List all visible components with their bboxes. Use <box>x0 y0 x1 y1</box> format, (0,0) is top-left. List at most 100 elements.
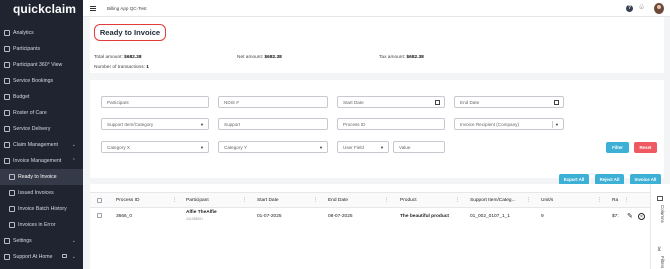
sidebar-item-label: Participants <box>13 46 41 52</box>
select-all-checkbox[interactable] <box>97 198 102 203</box>
dropdown-arrow-icon: ▼ <box>200 145 204 150</box>
page-title: Ready to Invoice <box>94 24 166 41</box>
column-header-end-date[interactable]: End Date <box>328 198 348 203</box>
filter-card: Participant NDIS # Start Date End Date S… <box>90 80 664 178</box>
column-header-participant[interactable]: Participant <box>186 198 209 203</box>
sidebar-item-settings[interactable]: Settings ⌄ <box>0 233 83 249</box>
sidebar-item-issued-invoices[interactable]: Issued Invoices <box>0 185 83 201</box>
main-content: Ready to Invoice Total amount: $682.38 N… <box>83 17 670 269</box>
bell-icon[interactable]: ♧ <box>638 4 645 12</box>
columns-tab[interactable]: Columns <box>660 205 665 223</box>
table-row[interactable]: 3666_0 Alfie TheAlfie 431288891 01-07-20… <box>90 209 650 225</box>
category-x-value: Category X <box>107 145 130 150</box>
column-menu-icon[interactable]: ⋮ <box>242 197 247 203</box>
column-header-process-id[interactable]: Process ID <box>116 198 139 203</box>
value-input[interactable]: Value <box>393 141 445 153</box>
chart-icon <box>4 30 10 36</box>
column-header-support-item[interactable]: Support Item/Categ... <box>470 198 516 203</box>
column-menu-icon[interactable]: ⋮ <box>455 197 460 203</box>
category-y-select[interactable]: Category Y ▼ <box>218 141 328 153</box>
category-x-select[interactable]: Category X ▼ <box>101 141 209 153</box>
sidebar-item-analytics[interactable]: Analytics <box>0 25 83 41</box>
sidebar-item-roster-of-care[interactable]: Roster of Care <box>0 105 83 121</box>
menu-icon[interactable] <box>90 6 96 11</box>
sidebar-item-label: Claim Management <box>13 142 58 148</box>
support-input[interactable]: Support <box>218 118 328 130</box>
invoice-recipient-select[interactable]: Invoice Recipient (Company) ▼ <box>454 118 564 130</box>
start-date-input[interactable]: Start Date <box>337 96 445 108</box>
column-menu-icon[interactable]: ⋮ <box>624 197 629 203</box>
total-amount-label: Total amount: <box>94 55 123 60</box>
sidebar-item-claim-management[interactable]: Claim Management ⌄ <box>0 137 83 153</box>
user-field-select[interactable]: User Field ▼ <box>337 141 389 153</box>
sidebar-item-service-delivery[interactable]: Service Delivery <box>0 121 83 137</box>
sidebar-item-invoice-batch-history[interactable]: Invoice Batch History <box>0 201 83 217</box>
participant-input[interactable]: Participant <box>101 96 209 108</box>
cell-end-date: 08-07-2025 <box>328 214 353 219</box>
sidebar-item-participant-360[interactable]: Participant 360° View <box>0 57 83 73</box>
tax-amount-label: Tax amount: <box>379 55 406 60</box>
divider <box>552 121 553 128</box>
dropdown-arrow-icon: ▼ <box>200 122 204 127</box>
sidebar-nav: Analytics Participants Participant 360° … <box>0 25 83 265</box>
clipboard-icon <box>4 142 10 148</box>
columns-icon[interactable] <box>657 196 663 201</box>
avatar[interactable] <box>654 3 664 14</box>
sidebar-item-support-at-home[interactable]: Support At Home ⌄ <box>0 249 83 265</box>
column-menu-icon[interactable]: ⋮ <box>384 197 389 203</box>
sidebar-item-label: Budget <box>13 94 30 100</box>
edit-icon[interactable]: ✎ <box>627 212 633 220</box>
total-amount: Total amount: $682.38 <box>94 55 142 60</box>
cell-participant[interactable]: Alfie TheAlfie <box>186 210 217 215</box>
table-header: Process ID ⋮ Participant ⋮ Start Date ⋮ … <box>90 192 650 208</box>
wallet-icon <box>4 94 10 100</box>
net-amount-label: Net amount: <box>237 55 264 60</box>
sidebar-item-invoices-in-error[interactable]: Invoices in Error <box>0 217 83 233</box>
column-header-rate[interactable]: Ra <box>612 198 618 203</box>
app-logo[interactable]: quickclaim <box>13 2 76 16</box>
document-icon <box>9 174 15 180</box>
cancel-icon[interactable]: × <box>638 213 645 220</box>
sidebar-item-label: Support At Home <box>13 254 53 260</box>
reset-button[interactable]: Reset <box>634 142 657 153</box>
sidebar-item-participants[interactable]: Participants <box>0 41 83 57</box>
column-header-product[interactable]: Product <box>400 198 417 203</box>
filter-icon[interactable]: ⊻ <box>657 246 661 253</box>
row-checkbox[interactable] <box>97 213 102 218</box>
ndis-input[interactable]: NDIS # <box>218 96 328 108</box>
sidebar-item-ready-to-invoice[interactable]: Ready to Invoice <box>0 169 83 185</box>
calendar-icon[interactable] <box>554 100 559 105</box>
column-menu-icon[interactable]: ⋮ <box>526 197 531 203</box>
user-field-value: User Field <box>343 145 364 150</box>
sidebar-item-service-bookings[interactable]: Service Bookings <box>0 73 83 89</box>
transaction-count-value: 1 <box>146 65 149 70</box>
column-header-start-date[interactable]: Start Date <box>257 198 279 203</box>
transaction-count-label: Number of transactions: <box>94 65 145 70</box>
dropdown-arrow-icon: ▼ <box>319 145 323 150</box>
end-date-input[interactable]: End Date <box>454 96 564 108</box>
roster-icon <box>4 110 10 116</box>
cell-participant-ndis: 431288891 <box>186 217 203 221</box>
column-menu-icon[interactable]: ⋮ <box>172 197 177 203</box>
filters-tab[interactable]: Filters <box>660 256 665 268</box>
support-item-category-select[interactable]: Support Item/Category ▼ <box>101 118 209 130</box>
sidebar-item-label: Settings <box>13 238 32 244</box>
chevron-down-icon: ⌄ <box>71 238 76 244</box>
help-icon[interactable]: ? <box>626 5 633 12</box>
document-icon <box>9 190 15 196</box>
column-menu-icon[interactable]: ⋮ <box>597 197 602 203</box>
sidebar-item-invoice-management[interactable]: Invoice Management ⌃ <box>0 153 83 169</box>
process-id-input[interactable]: Process ID <box>337 118 445 130</box>
sidebar-item-budget[interactable]: Budget <box>0 89 83 105</box>
grid-side-panel: Columns ⊻ Filters <box>650 184 670 269</box>
filter-button[interactable]: Filter <box>606 142 629 153</box>
sidebar-item-label: Ready to Invoice <box>18 174 57 180</box>
calendar-icon[interactable] <box>435 100 440 105</box>
column-header-units[interactable]: Unit/s <box>541 198 553 203</box>
home-icon <box>4 254 10 260</box>
column-menu-icon[interactable]: ⋮ <box>313 197 318 203</box>
error-icon <box>9 222 15 228</box>
history-icon <box>9 206 15 212</box>
sidebar-item-label: Roster of Care <box>13 110 47 116</box>
total-amount-value: $682.38 <box>124 55 142 60</box>
